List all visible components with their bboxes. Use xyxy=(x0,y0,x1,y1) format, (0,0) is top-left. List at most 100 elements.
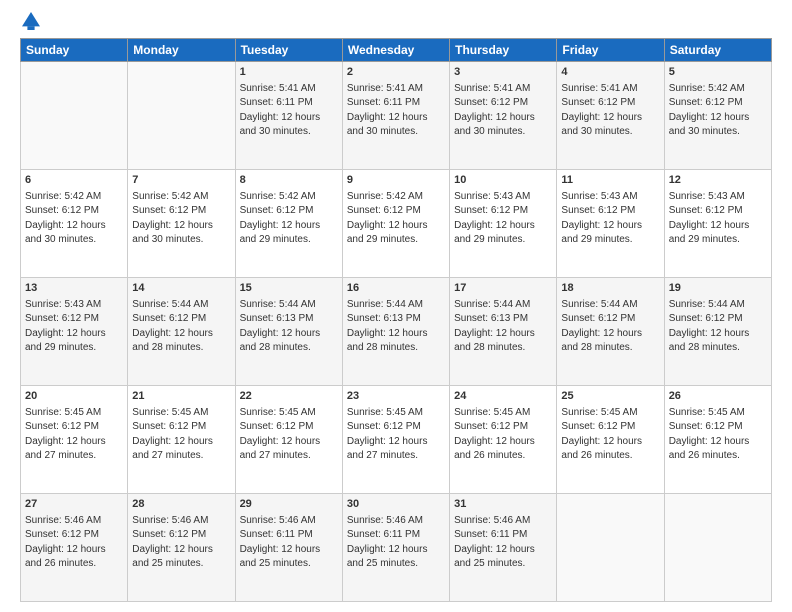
header xyxy=(20,16,772,30)
day-info: Sunrise: 5:43 AM Sunset: 6:12 PM Dayligh… xyxy=(25,299,106,354)
day-number: 19 xyxy=(669,281,767,296)
day-info: Sunrise: 5:43 AM Sunset: 6:12 PM Dayligh… xyxy=(454,191,535,246)
day-info: Sunrise: 5:44 AM Sunset: 6:12 PM Dayligh… xyxy=(561,299,642,354)
calendar-cell: 11 Sunrise: 5:43 AM Sunset: 6:12 PM Dayli… xyxy=(557,170,664,278)
day-number: 6 xyxy=(25,173,123,188)
day-info: Sunrise: 5:45 AM Sunset: 6:12 PM Dayligh… xyxy=(561,407,642,462)
day-info: Sunrise: 5:44 AM Sunset: 6:13 PM Dayligh… xyxy=(347,299,428,354)
day-number: 28 xyxy=(132,497,230,512)
logo-text xyxy=(20,16,40,30)
calendar-cell: 21Sunrise: 5:45 AM Sunset: 6:12 PM Dayli… xyxy=(128,386,235,494)
calendar-cell: 27 Sunrise: 5:46 AM Sunset: 6:12 PM Dayli… xyxy=(21,494,128,602)
calendar-cell: 16Sunrise: 5:44 AM Sunset: 6:13 PM Dayli… xyxy=(342,278,449,386)
day-info: Sunrise: 5:42 AM Sunset: 6:12 PM Dayligh… xyxy=(132,191,213,246)
day-info: Sunrise: 5:46 AM Sunset: 6:11 PM Dayligh… xyxy=(240,515,321,570)
calendar-cell: 30 Sunrise: 5:46 AM Sunset: 6:11 PM Dayli… xyxy=(342,494,449,602)
day-info: Sunrise: 5:46 AM Sunset: 6:11 PM Dayligh… xyxy=(347,515,428,570)
calendar-cell xyxy=(664,494,771,602)
day-info: Sunrise: 5:42 AM Sunset: 6:12 PM Dayligh… xyxy=(25,191,106,246)
calendar-cell xyxy=(128,62,235,170)
weekday-header: Tuesday xyxy=(235,39,342,62)
calendar-week-row: 6 Sunrise: 5:42 AM Sunset: 6:12 PM Daylig… xyxy=(21,170,772,278)
day-number: 13 xyxy=(25,281,123,296)
day-number: 1 xyxy=(240,65,338,80)
day-number: 26 xyxy=(669,389,767,404)
day-info: Sunrise: 5:42 AM Sunset: 6:12 PM Dayligh… xyxy=(240,191,321,246)
day-number: 20 xyxy=(25,389,123,404)
day-number: 27 xyxy=(25,497,123,512)
calendar-cell: 22 Sunrise: 5:45 AM Sunset: 6:12 PM Dayli… xyxy=(235,386,342,494)
weekday-header: Friday xyxy=(557,39,664,62)
calendar-cell: 13 Sunrise: 5:43 AM Sunset: 6:12 PM Dayli… xyxy=(21,278,128,386)
day-info: Sunrise: 5:45 AM Sunset: 6:12 PM Dayligh… xyxy=(669,407,750,462)
day-info: Sunrise: 5:44 AM Sunset: 6:12 PM Dayligh… xyxy=(669,299,750,354)
day-info: Sunrise: 5:41 AM Sunset: 6:11 PM Dayligh… xyxy=(347,83,428,138)
day-number: 10 xyxy=(454,173,552,188)
calendar-cell: 10 Sunrise: 5:43 AM Sunset: 6:12 PM Dayli… xyxy=(450,170,557,278)
day-number: 11 xyxy=(561,173,659,188)
day-info: Sunrise: 5:43 AM Sunset: 6:12 PM Dayligh… xyxy=(669,191,750,246)
calendar-cell xyxy=(21,62,128,170)
calendar-header-row: SundayMondayTuesdayWednesdayThursdayFrid… xyxy=(21,39,772,62)
day-number: 7 xyxy=(132,173,230,188)
day-number: 15 xyxy=(240,281,338,296)
calendar-cell: 17 Sunrise: 5:44 AM Sunset: 6:13 PM Dayli… xyxy=(450,278,557,386)
day-number: 30 xyxy=(347,497,445,512)
day-info: Sunrise: 5:42 AM Sunset: 6:12 PM Dayligh… xyxy=(669,83,750,138)
day-info: Sunrise: 5:46 AM Sunset: 6:12 PM Dayligh… xyxy=(25,515,106,570)
calendar-week-row: 1 Sunrise: 5:41 AM Sunset: 6:11 PM Daylig… xyxy=(21,62,772,170)
day-info: Sunrise: 5:41 AM Sunset: 6:12 PM Dayligh… xyxy=(454,83,535,138)
day-number: 9 xyxy=(347,173,445,188)
day-info: Sunrise: 5:45 AM Sunset: 6:12 PM Dayligh… xyxy=(240,407,321,462)
calendar-table: SundayMondayTuesdayWednesdayThursdayFrid… xyxy=(20,38,772,602)
calendar-cell: 28Sunrise: 5:46 AM Sunset: 6:12 PM Dayli… xyxy=(128,494,235,602)
day-number: 4 xyxy=(561,65,659,80)
day-number: 5 xyxy=(669,65,767,80)
weekday-header: Sunday xyxy=(21,39,128,62)
day-info: Sunrise: 5:46 AM Sunset: 6:11 PM Dayligh… xyxy=(454,515,535,570)
page: SundayMondayTuesdayWednesdayThursdayFrid… xyxy=(0,0,792,612)
day-number: 24 xyxy=(454,389,552,404)
calendar-cell: 31 Sunrise: 5:46 AM Sunset: 6:11 PM Dayli… xyxy=(450,494,557,602)
calendar-cell xyxy=(557,494,664,602)
calendar-cell: 18 Sunrise: 5:44 AM Sunset: 6:12 PM Dayli… xyxy=(557,278,664,386)
day-info: Sunrise: 5:45 AM Sunset: 6:12 PM Dayligh… xyxy=(25,407,106,462)
calendar-cell: 3 Sunrise: 5:41 AM Sunset: 6:12 PM Daylig… xyxy=(450,62,557,170)
day-info: Sunrise: 5:41 AM Sunset: 6:11 PM Dayligh… xyxy=(240,83,321,138)
weekday-header: Monday xyxy=(128,39,235,62)
weekday-header: Thursday xyxy=(450,39,557,62)
day-number: 17 xyxy=(454,281,552,296)
calendar-week-row: 13 Sunrise: 5:43 AM Sunset: 6:12 PM Dayli… xyxy=(21,278,772,386)
day-number: 14 xyxy=(132,281,230,296)
calendar-week-row: 27 Sunrise: 5:46 AM Sunset: 6:12 PM Dayli… xyxy=(21,494,772,602)
calendar-cell: 6 Sunrise: 5:42 AM Sunset: 6:12 PM Daylig… xyxy=(21,170,128,278)
day-info: Sunrise: 5:41 AM Sunset: 6:12 PM Dayligh… xyxy=(561,83,642,138)
calendar-cell: 5 Sunrise: 5:42 AM Sunset: 6:12 PM Daylig… xyxy=(664,62,771,170)
calendar-cell: 2Sunrise: 5:41 AM Sunset: 6:11 PM Daylig… xyxy=(342,62,449,170)
calendar-cell: 15 Sunrise: 5:44 AM Sunset: 6:13 PM Dayli… xyxy=(235,278,342,386)
day-number: 25 xyxy=(561,389,659,404)
calendar-cell: 20 Sunrise: 5:45 AM Sunset: 6:12 PM Dayli… xyxy=(21,386,128,494)
day-info: Sunrise: 5:45 AM Sunset: 6:12 PM Dayligh… xyxy=(454,407,535,462)
calendar-cell: 14 Sunrise: 5:44 AM Sunset: 6:12 PM Dayli… xyxy=(128,278,235,386)
calendar-cell: 24 Sunrise: 5:45 AM Sunset: 6:12 PM Dayli… xyxy=(450,386,557,494)
day-number: 31 xyxy=(454,497,552,512)
calendar-week-row: 20 Sunrise: 5:45 AM Sunset: 6:12 PM Dayli… xyxy=(21,386,772,494)
day-info: Sunrise: 5:43 AM Sunset: 6:12 PM Dayligh… xyxy=(561,191,642,246)
weekday-header: Saturday xyxy=(664,39,771,62)
day-info: Sunrise: 5:44 AM Sunset: 6:13 PM Dayligh… xyxy=(240,299,321,354)
day-number: 18 xyxy=(561,281,659,296)
calendar-cell: 4 Sunrise: 5:41 AM Sunset: 6:12 PM Daylig… xyxy=(557,62,664,170)
logo xyxy=(20,16,40,30)
day-number: 8 xyxy=(240,173,338,188)
day-number: 22 xyxy=(240,389,338,404)
calendar-cell: 1 Sunrise: 5:41 AM Sunset: 6:11 PM Daylig… xyxy=(235,62,342,170)
calendar-cell: 29Sunrise: 5:46 AM Sunset: 6:11 PM Dayli… xyxy=(235,494,342,602)
day-info: Sunrise: 5:42 AM Sunset: 6:12 PM Dayligh… xyxy=(347,191,428,246)
calendar-cell: 25 Sunrise: 5:45 AM Sunset: 6:12 PM Dayli… xyxy=(557,386,664,494)
day-info: Sunrise: 5:44 AM Sunset: 6:13 PM Dayligh… xyxy=(454,299,535,354)
day-info: Sunrise: 5:45 AM Sunset: 6:12 PM Dayligh… xyxy=(347,407,428,462)
day-info: Sunrise: 5:44 AM Sunset: 6:12 PM Dayligh… xyxy=(132,299,213,354)
weekday-header: Wednesday xyxy=(342,39,449,62)
day-number: 3 xyxy=(454,65,552,80)
